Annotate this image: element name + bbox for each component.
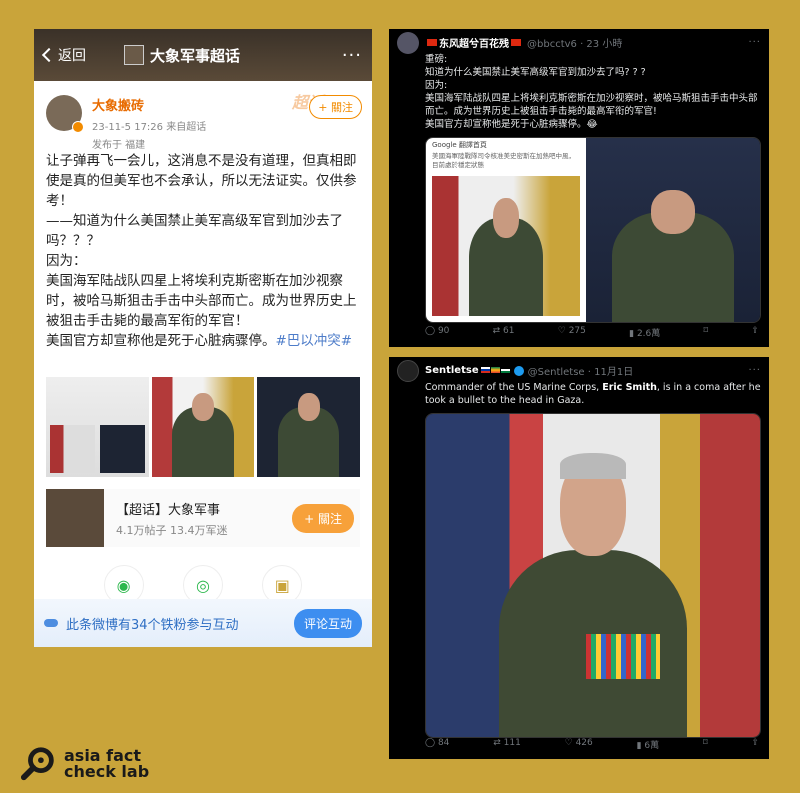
tweet-text: Commander of the US Marine Corps, Eric S… [389,379,769,407]
page-title: 大象军事超话 [124,45,322,66]
tweet-screenshot-2: Sentletse @Sentletse · 11月1日 ··· Command… [389,357,769,759]
weibo-screenshot: 返回 大象军事超话 ··· 大象搬砖 23-11-5 17:26 来自超话 发布… [34,29,372,647]
views-button[interactable]: ▮ 6萬 [637,738,660,751]
bookmark-icon[interactable]: ⌑ [703,738,708,751]
tweet-text: 重磅: 知道为什么美国禁止美军高级军官到加沙去了吗? ? ? 因为: 美国海军陆… [389,51,769,131]
post-location: 发布于 福建 [92,140,146,151]
general-portrait [426,414,760,737]
chevron-left-icon [41,47,57,63]
tweet-actions: ◯ 90 ⇄ 61 ♡ 275 ▮ 2.6萬 ⌑ ⇪ [425,326,759,339]
china-flag-icon [511,39,521,46]
post-line: ——知道为什么美国禁止美军高级军官到加沙去了吗？？？ [46,213,343,249]
post-image[interactable] [46,377,149,477]
verified-badge-icon [72,121,84,133]
google-translate-bar: Google 翻譯首頁 [432,141,487,149]
ribbons [586,633,660,679]
tweet-line: 因为: [425,80,448,91]
translate-screenshot: Google 翻譯首頁 美國海軍陸戰隊司令核准美史密斯在加熱吧中風，目前處於穩定… [426,138,586,322]
share-icon[interactable]: ⇪ [751,326,759,339]
general-photo [586,138,760,322]
avatar[interactable] [397,359,419,382]
reply-button[interactable]: ◯ 84 [425,738,449,751]
post-text: 让子弹再飞一会儿，这消息不是没有道理，但真相即使是真的但美军也不会承认，所以无法… [34,151,372,377]
like-button[interactable]: ♡ 275 [558,326,586,339]
post-author: 大象搬砖 23-11-5 17:26 来自超话 发布于 福建 超话 + 關注 [34,81,372,151]
views-count: 6萬 [644,741,660,751]
bookmark-icon[interactable]: ⌑ [704,326,709,339]
like-count: 275 [568,326,586,336]
like-button[interactable]: ♡ 426 [565,738,593,751]
tweet-author-name[interactable]: 东风超兮百花残 [439,35,509,50]
post-images [34,377,372,479]
views-button[interactable]: ▮ 2.6萬 [629,326,660,339]
tweet-header: Sentletse @Sentletse · 11月1日 ··· [389,357,769,382]
tweet-media[interactable] [425,413,761,738]
retweet-count: 61 [503,326,515,336]
asia-fact-check-lab-logo: asia fact check lab [20,745,149,783]
tweet-handle-time: @bbcctv6 · 23 小時 [527,39,623,50]
topic-stats: 4.1万帖子 13.4万军迷 [116,523,228,537]
post-time-source: 23-11-5 17:26 来自超话 [92,122,207,133]
china-flag-icon [427,39,437,46]
tweet-line: 美国海军陆战队四星上将埃利克斯密斯在加沙视察时，被哈马斯狙击手击中头部而亡。成为… [425,93,758,117]
post-line: 美国海军陆战队四星上将埃利克斯密斯在加沙视察时，被哈马斯狙击手击中头部而亡。成为… [46,273,357,329]
topic-thumbnail [124,45,144,65]
author-name[interactable]: 大象搬砖 [92,95,206,114]
post-line-text: 美国官方却宣称他是死于心脏病骤停。 [46,333,276,349]
tweet-text-part: Commander of the US Marine Corps, [425,382,603,393]
interaction-text: 此条微博有34个铁粉参与互动 [66,617,239,633]
post-image[interactable] [257,377,361,477]
topic-avatar [46,489,104,547]
avatar[interactable] [46,95,84,133]
back-label: 返回 [58,48,86,64]
retweet-button[interactable]: ⇄ 61 [493,326,515,339]
tweet-line: 重磅: [425,54,448,65]
toggle-icon [44,619,58,627]
tweet-handle-time: @Sentletse · 11月1日 [527,367,634,378]
topic-follow-button[interactable]: + 關注 [292,503,354,533]
logo-line-2: check lab [64,762,150,781]
comment-button[interactable]: 评论互动 [293,608,362,638]
tweet-actions: ◯ 84 ⇄ 111 ♡ 426 ▮ 6萬 ⌑ ⇪ [425,738,759,751]
translated-text: 美國海軍陸戰隊司令核准美史密斯在加熱吧中風，目前處於穩定狀態 [432,152,575,169]
topic-name: 【超话】大象军事 [116,502,221,518]
retweet-count: 111 [503,738,521,748]
tweet-header: 东风超兮百花残 @bbcctv6 · 23 小時 ··· [389,29,769,54]
magnifier-logo-icon [20,747,54,781]
more-icon[interactable]: ··· [322,45,362,66]
more-icon[interactable]: ··· [748,365,761,376]
reply-count: 84 [437,738,450,748]
avatar[interactable] [397,31,419,54]
verified-icon [513,365,524,376]
retweet-button[interactable]: ⇄ 111 [493,738,521,751]
weibo-header: 返回 大象军事超话 ··· [34,29,372,81]
back-button[interactable]: 返回 [41,45,124,65]
follow-button[interactable]: + 關注 [309,95,362,119]
tweet-line: 美国官方却宣称他是死于心脏病骤停。😂 [425,119,598,130]
title-text: 大象军事超话 [150,46,241,65]
reply-button[interactable]: ◯ 90 [425,326,449,339]
hashtag-link[interactable]: #巴以冲突# [276,333,353,349]
flags-icon [480,365,511,376]
post-line: 因为： [46,253,87,269]
tweet-screenshot-1: 东风超兮百花残 @bbcctv6 · 23 小時 ··· 重磅: 知道为什么美国… [389,29,769,347]
share-icon[interactable]: ⇪ [751,738,759,751]
post-line: 美国官方却宣称他是死于心脏病骤停。#巴以冲突# [46,331,360,351]
super-topic-card[interactable]: 【超话】大象军事 4.1万帖子 13.4万军迷 + 關注 [46,489,360,547]
reply-count: 90 [437,326,450,336]
tweet-media[interactable]: Google 翻譯首頁 美國海軍陸戰隊司令核准美史密斯在加熱吧中風，目前處於穩定… [425,137,761,323]
tweet-text-bold: Eric Smith [602,382,657,393]
interaction-bar: 此条微博有34个铁粉参与互动 评论互动 [34,599,372,647]
tweet-line: 知道为什么美国禁止美军高级军官到加沙去了吗? ? ? [425,67,646,78]
tweet-author-name[interactable]: Sentletse [425,365,479,376]
more-icon[interactable]: ··· [748,37,761,48]
post-image[interactable] [151,377,255,477]
like-count: 426 [575,738,593,748]
post-line: 让子弹再飞一会儿，这消息不是没有道理，但真相即使是真的但美军也不会承认，所以无法… [46,153,357,209]
views-count: 2.6萬 [636,329,661,339]
